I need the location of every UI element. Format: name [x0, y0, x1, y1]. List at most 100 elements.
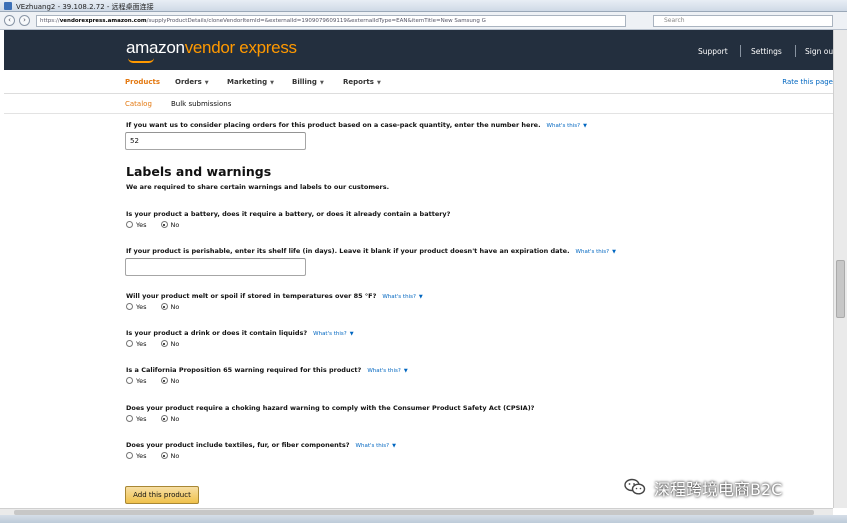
logo-accent: vendor express: [184, 38, 297, 57]
settings-link[interactable]: Settings: [751, 47, 782, 56]
shelf-life-question-text: If your product is perishable, enter its…: [126, 247, 570, 255]
radio-button-checked[interactable]: [160, 303, 168, 310]
header-divider: [740, 45, 741, 57]
no-label: No: [170, 452, 180, 460]
choking-question-text: Does your product require a choking haza…: [126, 404, 535, 412]
chevron-down-icon: ▼: [583, 123, 587, 129]
nav-orders[interactable]: Orders ▼: [175, 78, 209, 86]
choking-yes-option[interactable]: Yes: [126, 415, 147, 423]
no-label: No: [170, 340, 180, 348]
case-pack-question-text: If you want us to consider placing order…: [126, 121, 541, 129]
yes-label: Yes: [136, 377, 147, 385]
melt-radio-group: Yes No: [126, 303, 193, 311]
rate-this-page-link[interactable]: Rate this page: [782, 78, 833, 86]
radio-button-checked[interactable]: [160, 415, 168, 422]
melt-yes-option[interactable]: Yes: [126, 303, 147, 311]
choking-no-option[interactable]: No: [160, 415, 180, 423]
vertical-scrollbar[interactable]: [833, 30, 847, 508]
site-header: amazonvendor express Support Settings Si…: [4, 30, 836, 70]
whats-this-link[interactable]: What's this? ▼: [547, 123, 587, 129]
textiles-no-option[interactable]: No: [160, 452, 180, 460]
drink-question-text: Is your product a drink or does it conta…: [126, 329, 308, 337]
prop65-yes-option[interactable]: Yes: [126, 377, 147, 385]
add-product-button[interactable]: Add this product: [125, 486, 199, 504]
whats-this-label: What's this?: [367, 368, 401, 374]
no-label: No: [170, 377, 180, 385]
radio-button[interactable]: [126, 340, 133, 347]
nav-products[interactable]: Products: [125, 78, 160, 86]
case-pack-input[interactable]: 52: [125, 132, 306, 150]
prop65-question-text: Is a California Proposition 65 warning r…: [126, 366, 362, 374]
subnav-bulk-submissions[interactable]: Bulk submissions: [171, 100, 231, 108]
nav-marketing-label: Marketing: [227, 78, 268, 86]
radio-button[interactable]: [126, 415, 133, 422]
radio-button-checked[interactable]: [160, 377, 168, 384]
logo-smile-icon: [128, 58, 154, 63]
melt-no-option[interactable]: No: [160, 303, 179, 311]
radio-button-checked[interactable]: [160, 221, 168, 228]
whats-this-link[interactable]: What's this? ▼: [356, 443, 396, 449]
prop65-question: Is a California Proposition 65 warning r…: [126, 366, 408, 374]
yes-label: Yes: [136, 415, 147, 423]
no-label: No: [170, 415, 180, 423]
watermark-text: 深程跨境电商B2C: [654, 480, 783, 499]
vertical-scroll-thumb[interactable]: [836, 260, 845, 318]
whats-this-label: What's this?: [313, 331, 347, 337]
whats-this-link[interactable]: What's this? ▼: [576, 249, 616, 255]
horizontal-scrollbar[interactable]: [0, 508, 833, 515]
section-subtitle: We are required to share certain warning…: [126, 183, 390, 191]
prop65-radio-group: Yes No: [126, 377, 193, 385]
remote-desktop-icon: [4, 2, 12, 10]
header-divider: [795, 45, 796, 57]
back-button[interactable]: ‹: [4, 15, 15, 26]
radio-button-checked[interactable]: [160, 452, 168, 459]
subnav-catalog[interactable]: Catalog: [125, 100, 152, 108]
shelf-life-input[interactable]: [125, 258, 306, 276]
chevron-down-icon: ▼: [270, 80, 274, 86]
chevron-down-icon: ▼: [392, 443, 396, 449]
radio-button[interactable]: [126, 452, 133, 459]
radio-button[interactable]: [126, 221, 133, 228]
battery-question: Is your product a battery, does it requi…: [126, 210, 450, 218]
choking-radio-group: Yes No: [126, 415, 193, 423]
nav-marketing[interactable]: Marketing ▼: [227, 78, 274, 86]
support-link[interactable]: Support: [698, 47, 728, 56]
address-bar[interactable]: https://vendorexpress.amazon.com/supplyP…: [36, 15, 626, 27]
chevron-down-icon: ▼: [319, 80, 324, 86]
browser-search-input[interactable]: Search: [653, 15, 833, 27]
whats-this-link[interactable]: What's this? ▼: [367, 368, 407, 374]
sub-nav: Catalog Bulk submissions: [4, 95, 833, 114]
yes-label: Yes: [136, 340, 147, 348]
chevron-down-icon: ▼: [403, 368, 408, 374]
nav-products-label: Products: [125, 78, 161, 86]
whats-this-link[interactable]: What's this? ▼: [313, 331, 353, 337]
main-nav: Products Orders ▼ Marketing ▼ Billing ▼ Rep…: [4, 70, 833, 94]
forward-button[interactable]: ›: [19, 15, 30, 26]
textiles-yes-option[interactable]: Yes: [126, 452, 147, 460]
textiles-radio-group: Yes No: [126, 452, 193, 460]
yes-label: Yes: [136, 452, 147, 460]
battery-radio-group: Yes No: [126, 221, 193, 229]
radio-button-checked[interactable]: [160, 340, 168, 347]
drink-yes-option[interactable]: Yes: [126, 340, 147, 348]
nav-reports-label: Reports: [343, 78, 374, 86]
nav-orders-label: Orders: [175, 78, 202, 86]
nav-reports[interactable]: Reports ▼: [343, 78, 381, 86]
vendor-express-logo[interactable]: amazonvendor express: [126, 38, 297, 58]
radio-button[interactable]: [126, 303, 133, 310]
whats-this-label: What's this?: [355, 443, 390, 449]
drink-no-option[interactable]: No: [160, 340, 180, 348]
whats-this-link[interactable]: What's this? ▼: [382, 294, 422, 300]
wechat-icon: [624, 478, 646, 495]
battery-no-option[interactable]: No: [160, 221, 179, 229]
drink-radio-group: Yes No: [126, 340, 193, 348]
nav-billing-label: Billing: [292, 78, 317, 86]
radio-button[interactable]: [126, 377, 133, 384]
nav-billing[interactable]: Billing ▼: [292, 78, 324, 86]
prop65-no-option[interactable]: No: [160, 377, 180, 385]
sign-out-link[interactable]: Sign out: [805, 47, 836, 56]
yes-label: Yes: [136, 221, 147, 229]
section-title: Labels and warnings: [126, 164, 272, 179]
battery-yes-option[interactable]: Yes: [126, 221, 147, 229]
chevron-down-icon: ▼: [376, 80, 381, 86]
